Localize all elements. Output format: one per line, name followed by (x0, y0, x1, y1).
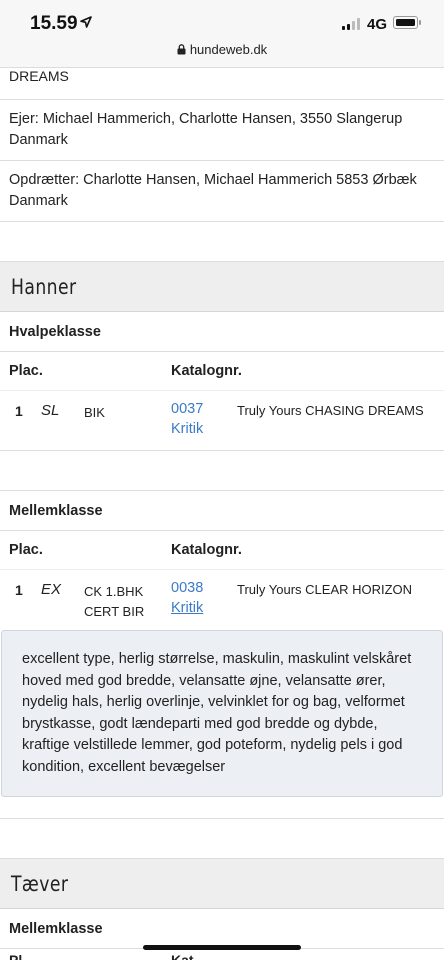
result-row: 1 EX CK 1.BHK CERT BIR 0038 Kritik Truly … (0, 570, 444, 630)
col-plac: Plac. (9, 363, 43, 379)
placement: 1 (15, 403, 23, 419)
section-spacer (0, 451, 444, 491)
column-headers: Plac. Katalognr. (0, 531, 444, 570)
class-title: Mellemklasse (0, 909, 444, 949)
grade: EX (41, 581, 62, 598)
dog-name: Truly Yours CLEAR HORIZON (237, 582, 413, 597)
status-bar: 15.59 4G hundeweb.dk (0, 0, 444, 68)
col-katalognr: Katalognr. (171, 542, 242, 558)
column-headers: Plac. Katalognr. (0, 352, 444, 391)
address-bar[interactable]: hundeweb.dk (0, 42, 444, 57)
battery-icon (393, 16, 421, 29)
breeder-info: Opdrætter: Charlotte Hansen, Michael Ham… (0, 161, 444, 222)
result-row: 1 SL BIK 0037 Kritik Truly Yours CHASING… (0, 391, 444, 451)
class-title: Hvalpeklasse (0, 312, 444, 352)
url-text: hundeweb.dk (189, 42, 268, 57)
critique-box: excellent type, herlig størrelse, maskul… (1, 630, 443, 797)
section-spacer (0, 797, 444, 819)
home-indicator[interactable] (143, 945, 301, 950)
section-header-hanner: Hanner (0, 262, 444, 312)
col-plac: Plac. (9, 542, 43, 558)
owner-info: Ejer: Michael Hammerich, Charlotte Hanse… (0, 100, 444, 161)
catalog-number-link[interactable]: 0037 (171, 401, 203, 417)
kritik-link[interactable]: Kritik (171, 600, 203, 616)
class-title: Mellemklasse (0, 491, 444, 531)
placement: 1 (15, 582, 23, 598)
catalog-number-link[interactable]: 0038 (171, 580, 203, 596)
award-line-2: CERT BIR (84, 604, 145, 619)
kritik-link[interactable]: Kritik (171, 421, 203, 437)
col-katalognr: Kat (171, 952, 194, 960)
page-content: DREAMS Ejer: Michael Hammerich, Charlott… (0, 68, 444, 949)
lock-icon (177, 44, 186, 55)
status-time: 15.59 (30, 13, 78, 34)
section-spacer (0, 222, 444, 262)
award: CK 1.BHK CERT BIR (84, 582, 144, 622)
network-label: 4G (367, 16, 388, 33)
section-spacer (0, 819, 444, 859)
col-katalognr: Katalognr. (171, 363, 242, 379)
dog-name-fragment: DREAMS (0, 68, 444, 100)
award: BIK (84, 405, 105, 420)
location-arrow-icon (80, 16, 92, 28)
award-line-1: CK 1.BHK (84, 584, 144, 599)
column-headers-partial: Pl Kat (9, 952, 194, 960)
dog-name: Truly Yours CHASING DREAMS (237, 403, 424, 418)
grade: SL (41, 402, 60, 419)
col-plac: Pl (9, 952, 23, 960)
section-header-taever: Tæver (0, 859, 444, 909)
